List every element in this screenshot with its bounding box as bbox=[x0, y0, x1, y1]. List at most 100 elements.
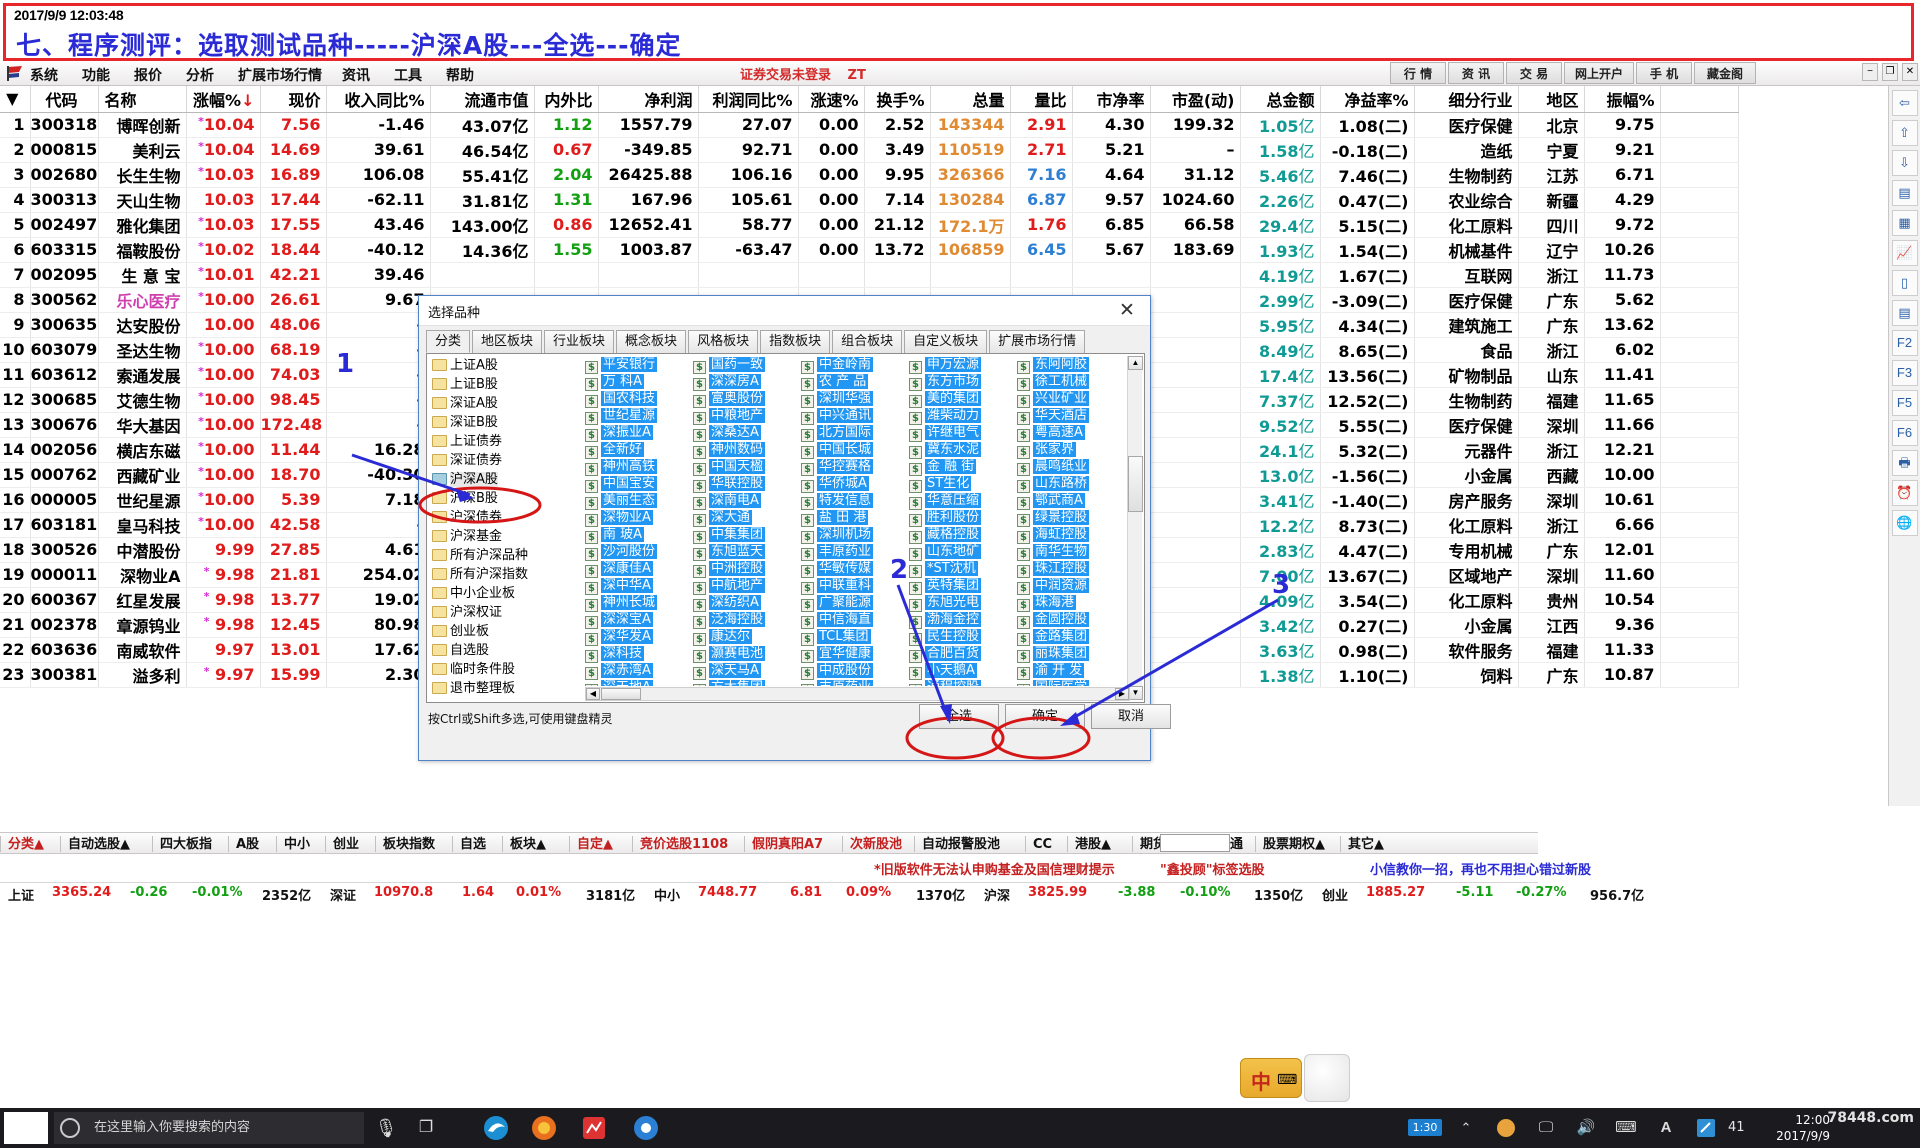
table-row[interactable]: 6 603315 福鞍股份 *10.02 18.44 -40.12 14.36亿 1.55 10… bbox=[0, 237, 1739, 263]
list-item[interactable]: $ 中航地产 bbox=[693, 577, 798, 595]
list-item[interactable]: $ 灏赛电池 bbox=[693, 645, 798, 663]
firefox-icon[interactable] bbox=[530, 1114, 558, 1142]
volume-icon[interactable]: 🔊 bbox=[1572, 1114, 1600, 1142]
print-icon[interactable]: 🖶 bbox=[1891, 450, 1918, 476]
dialog-tab-7[interactable]: 自定义板块 bbox=[904, 330, 988, 353]
tree-scroll-down-button[interactable]: ▼ bbox=[1128, 686, 1143, 700]
list-item[interactable]: $ 深圳机场 bbox=[801, 526, 906, 544]
list-item[interactable]: $ 徐工机械 bbox=[1017, 373, 1122, 391]
app-tray-icon[interactable] bbox=[1492, 1114, 1520, 1142]
hscroll-thumb[interactable] bbox=[601, 688, 641, 700]
list-item[interactable]: $ 深圳华强 bbox=[801, 390, 906, 408]
list-item[interactable]: $ 金路集团 bbox=[1017, 628, 1122, 646]
bottom-tab-2[interactable]: 四大板指 bbox=[160, 835, 212, 854]
list-item[interactable]: $ 中润资源 bbox=[1017, 577, 1122, 595]
stock-column-1[interactable]: $ 国药一致 $ 深深房A $ 富奥股份 $ 中粮地产 $ 深桑达A $ 神州数码 $ 中国天楹 $ 华联控股… bbox=[693, 356, 798, 686]
list-item[interactable]: $ 丽珠集团 bbox=[1017, 645, 1122, 663]
column-header-9[interactable]: 利润同比% bbox=[698, 86, 799, 113]
dialog-tab-bar[interactable]: 分类地区板块行业板块概念板块风格板块指数板块组合板块自定义板块扩展市场行情港股板… bbox=[426, 330, 1146, 376]
hscroll-right-button[interactable]: ▶ bbox=[1115, 688, 1129, 700]
column-header-1[interactable]: 代码 bbox=[30, 86, 99, 113]
list-item[interactable]: $ 华侨城A bbox=[801, 475, 906, 493]
tree-node-8[interactable]: 沪深债券 bbox=[429, 508, 569, 527]
stock-list-columns[interactable]: $ 平安银行 $ 万 科A $ 国农科技 $ 世纪星源 $ 深振业A $ 全新好 $ 神州高铁 $ 中国宝安 $… bbox=[585, 356, 1130, 686]
report-list-icon[interactable]: ▤ bbox=[1891, 180, 1918, 206]
list-item[interactable]: $ 中粮地产 bbox=[693, 407, 798, 425]
chrome-icon[interactable] bbox=[632, 1114, 660, 1142]
table-row[interactable]: 1 300318 博晖创新 *10.04 7.56 -1.46 43.07亿 1.12 1557… bbox=[0, 112, 1739, 138]
list-item[interactable]: $ 张家界 bbox=[1017, 441, 1122, 459]
list-item[interactable]: $ TCL集团 bbox=[801, 628, 906, 646]
list-item[interactable]: $ 海虹控股 bbox=[1017, 526, 1122, 544]
f6-icon[interactable]: F6 bbox=[1891, 420, 1918, 446]
list-item[interactable]: $ 深深房A bbox=[693, 373, 798, 391]
list-item[interactable]: $ 南 玻A bbox=[585, 526, 690, 544]
list-item[interactable]: $ 东阿阿胶 bbox=[1017, 356, 1122, 374]
list-item[interactable]: $ 中兴通讯 bbox=[801, 407, 906, 425]
tree-node-7[interactable]: 沪深B股 bbox=[429, 489, 569, 508]
dialog-tab-3[interactable]: 概念板块 bbox=[616, 330, 687, 353]
list-item[interactable]: $ 农 产 品 bbox=[801, 373, 906, 391]
window-minimize-button[interactable]: − bbox=[1862, 63, 1878, 81]
list-item[interactable]: $ 神州长城 bbox=[585, 594, 690, 612]
column-header-2[interactable]: 名称 bbox=[98, 86, 187, 113]
table-header-row[interactable]: ▼ 代码 名称 涨幅%↓ 现价 收入同比% 流通市值 内外比 净利润 利润同比% 涨速% 换手% 总量量… bbox=[0, 86, 1739, 113]
tree-node-11[interactable]: 所有沪深指数 bbox=[429, 565, 569, 584]
f2-icon[interactable]: F2 bbox=[1891, 330, 1918, 356]
bottom-tab-strip[interactable]: 分类▲ 自动选股▲ 四大板指 A股 中小 创业 板块指数 自选 板块▲ 自定▲ 竞价选股1108 假阴… bbox=[0, 832, 1538, 854]
toolbar-button-news[interactable]: 资 讯 bbox=[1448, 62, 1504, 84]
microphone-icon[interactable]: 🎙 bbox=[372, 1114, 400, 1142]
tree-node-10[interactable]: 所有沪深品种 bbox=[429, 546, 569, 565]
list-item[interactable]: $ 盐 田 港 bbox=[801, 509, 906, 527]
list-item[interactable]: $ 渝 开 发 bbox=[1017, 662, 1122, 680]
list-item[interactable]: $ 深振业A bbox=[585, 424, 690, 442]
tree-scroll-up-button[interactable]: ▲ bbox=[1128, 356, 1143, 370]
column-header-4[interactable]: 现价 bbox=[260, 86, 327, 113]
category-tree[interactable]: 上证A股 上证B股 深证A股 深证B股 上证债券 深证债券 沪深A股 沪深B股 沪深债券 沪深基金… bbox=[429, 356, 569, 700]
bottom-tab-7[interactable]: 自选 bbox=[460, 835, 486, 854]
ime-floating-bar[interactable]: 中 ⌨ bbox=[1240, 1054, 1350, 1104]
list-item[interactable]: $ 深赤湾A bbox=[585, 662, 690, 680]
down-arrow-icon[interactable]: ⇩ bbox=[1891, 150, 1918, 176]
column-header-6[interactable]: 流通市值 bbox=[430, 86, 535, 113]
tdx-app-icon[interactable] bbox=[580, 1114, 608, 1142]
column-header-14[interactable]: 市净率 bbox=[1072, 86, 1151, 113]
bottom-tab-3[interactable]: A股 bbox=[236, 835, 259, 854]
chevron-up-icon[interactable]: ⌃ bbox=[1452, 1114, 1480, 1142]
list-item[interactable]: $ 深大通 bbox=[693, 509, 798, 527]
list-item[interactable]: $ 广聚能源 bbox=[801, 594, 906, 612]
window-close-button[interactable]: ✕ bbox=[1902, 63, 1918, 81]
hscroll-left-button[interactable]: ◀ bbox=[586, 688, 600, 700]
bottom-tab-0[interactable]: 分类▲ bbox=[8, 835, 44, 854]
list-item[interactable]: $ 泛海控股 bbox=[693, 611, 798, 629]
bottom-tab-8[interactable]: 板块▲ bbox=[510, 835, 546, 854]
windows-taskbar[interactable]: 在这里输入你要搜索的内容 🎙 ❐ 1:30 ⌃ 🖵 🔊 ⌨ A 41 12:00… bbox=[0, 1108, 1920, 1148]
list-item[interactable]: $ 国农科技 bbox=[585, 390, 690, 408]
grid-view-icon[interactable]: ▦ bbox=[1891, 210, 1918, 236]
column-header-0[interactable]: ▼ bbox=[0, 86, 31, 113]
list-item[interactable]: $ 深华发A bbox=[585, 628, 690, 646]
column-header-15[interactable]: 市盈(动) bbox=[1150, 86, 1241, 113]
list-item[interactable]: $ 申万宏源 bbox=[909, 356, 1014, 374]
list-item[interactable]: $ 藏格控股 bbox=[909, 526, 1014, 544]
tree-node-16[interactable]: 临时条件股 bbox=[429, 660, 569, 679]
table-view-icon[interactable]: ▤ bbox=[1891, 300, 1918, 326]
list-item[interactable]: $ 民生控股 bbox=[909, 628, 1014, 646]
dialog-tab-8[interactable]: 扩展市场行情 bbox=[989, 330, 1086, 353]
tree-node-13[interactable]: 沪深权证 bbox=[429, 603, 569, 622]
tree-node-12[interactable]: 中小企业板 bbox=[429, 584, 569, 603]
stock-column-4[interactable]: $ 东阿阿胶 $ 徐工机械 $ 兴业矿业 $ 华天酒店 $ 粤高速A $ 张家界 $ 晨鸣纸业 $ 山东路桥 $… bbox=[1017, 356, 1122, 686]
list-item[interactable]: $ 小天鹅A bbox=[909, 662, 1014, 680]
column-header-12[interactable]: 总量 bbox=[930, 86, 1011, 113]
list-item[interactable]: $ 中成股份 bbox=[801, 662, 906, 680]
column-header-18[interactable]: 细分行业 bbox=[1414, 86, 1519, 113]
list-item[interactable]: $ 珠江控股 bbox=[1017, 560, 1122, 578]
list-item[interactable]: $ 美的集团 bbox=[909, 390, 1014, 408]
menu-item-tools[interactable]: 工具 bbox=[394, 65, 422, 85]
list-item[interactable]: $ 神州数码 bbox=[693, 441, 798, 459]
list-item[interactable]: $ 许继电气 bbox=[909, 424, 1014, 442]
notice-text-2[interactable]: 小信教你一招，再也不用担心错过新股 bbox=[1370, 859, 1591, 878]
ok-button[interactable]: 确定 bbox=[1005, 704, 1085, 729]
tree-node-18[interactable]: 板块指数 bbox=[429, 698, 569, 700]
lang-a-icon[interactable]: A bbox=[1652, 1114, 1680, 1142]
